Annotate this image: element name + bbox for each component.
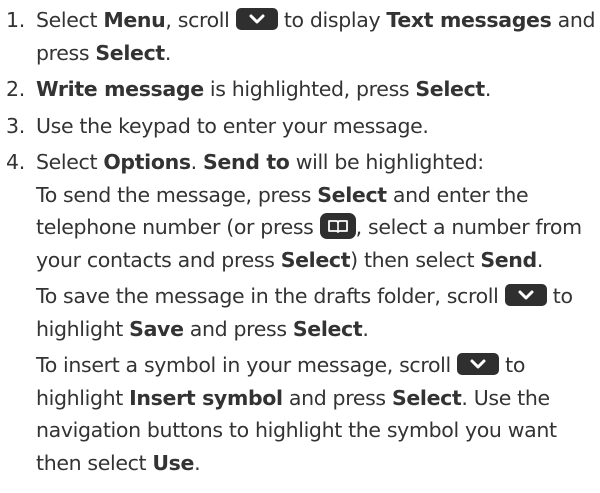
phonebook-icon xyxy=(319,213,356,239)
step-2: 2. Write message is highlighted, press S… xyxy=(6,73,596,106)
text-run: , scroll xyxy=(165,8,236,32)
menu-term: Write message xyxy=(36,77,204,101)
chevron-down-icon xyxy=(457,353,499,375)
text-run: is highlighted, press xyxy=(203,77,416,101)
text-run: Select xyxy=(36,150,104,174)
menu-term: Select xyxy=(292,316,363,341)
menu-term: Select xyxy=(95,40,165,65)
text-run: will be highlighted: xyxy=(289,150,485,174)
menu-term: Select xyxy=(391,385,462,410)
text-run: to display xyxy=(277,8,387,32)
menu-term: Insert symbol xyxy=(129,385,283,410)
chevron-down-icon xyxy=(504,284,547,306)
step-text: Use the keypad to enter your message. xyxy=(36,113,429,138)
step-1: 1. Select Menu, scroll to display Text m… xyxy=(6,4,596,69)
text-run: . xyxy=(190,150,204,174)
text-run: and press xyxy=(183,316,293,341)
text-run: and press xyxy=(282,385,392,410)
menu-term: Select xyxy=(280,247,351,272)
text-run: . xyxy=(536,247,544,272)
step-number: 3. xyxy=(6,113,25,138)
step-text: Select Menu, scroll to display Text mess… xyxy=(36,4,596,69)
menu-term: Send to xyxy=(203,150,290,174)
menu-term: Send xyxy=(480,247,537,272)
text-run: . xyxy=(484,77,492,101)
step-text: Write message is highlighted, press Sele… xyxy=(36,73,596,106)
text-run: . xyxy=(362,316,369,341)
step-number: 1. xyxy=(6,8,25,32)
text-run: ) then select xyxy=(350,247,481,272)
menu-term: Use xyxy=(152,450,195,475)
step-number: 2. xyxy=(6,77,25,101)
menu-term: Menu xyxy=(103,8,166,32)
text-run: To send the message, press xyxy=(36,182,318,207)
text-run: To insert a symbol in your message, scro… xyxy=(36,353,457,377)
menu-term: Select xyxy=(317,182,387,207)
text-run: Select xyxy=(36,8,104,32)
substep-insert-symbol: To insert a symbol in your message, scro… xyxy=(36,349,596,479)
menu-term: Select xyxy=(415,77,485,101)
text-run: To save the message in the drafts folder… xyxy=(36,284,505,308)
text-run: . xyxy=(194,450,201,475)
step-3: 3. Use the keypad to enter your message. xyxy=(6,110,596,143)
substep-save: To save the message in the drafts folder… xyxy=(36,280,596,345)
step-text: Select Options. Send to will be highligh… xyxy=(36,146,596,179)
menu-term: Options xyxy=(103,150,191,174)
step-number: 4. xyxy=(6,150,25,174)
text-run: . xyxy=(164,40,172,65)
menu-term: Text messages xyxy=(386,8,552,32)
chevron-down-icon xyxy=(235,8,278,30)
substep-send: To send the message, press Select and en… xyxy=(36,179,596,277)
instructions: 1. Select Menu, scroll to display Text m… xyxy=(6,4,596,479)
step-4: 4. Select Options. Send to will be highl… xyxy=(6,146,596,179)
menu-term: Save xyxy=(129,316,184,341)
